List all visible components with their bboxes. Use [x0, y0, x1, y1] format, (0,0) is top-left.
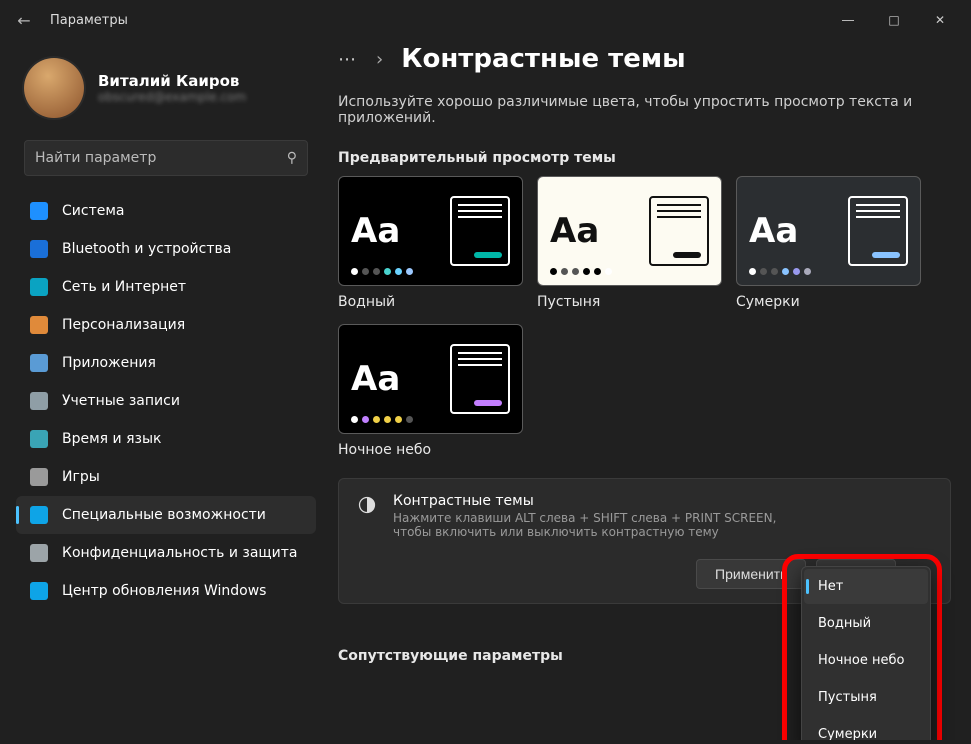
update-icon: [30, 582, 48, 600]
breadcrumb-more-icon[interactable]: ⋯: [338, 49, 358, 70]
setting-description: Нажмите клавиши ALT слева + SHIFT слева …: [393, 511, 793, 539]
sidebar-item-time[interactable]: Время и язык: [16, 420, 316, 458]
sidebar-item-bluetooth[interactable]: Bluetooth и устройства: [16, 230, 316, 268]
profile-email: obscured@example.com: [98, 90, 246, 104]
breadcrumb: ⋯ › Контрастные темы: [338, 44, 951, 74]
apps-icon: [30, 354, 48, 372]
sidebar-item-system[interactable]: Система: [16, 192, 316, 230]
sidebar-item-access[interactable]: Специальные возможности: [16, 496, 316, 534]
sidebar-item-personal[interactable]: Персонализация: [16, 306, 316, 344]
minimize-button[interactable]: ―: [825, 4, 871, 36]
personal-icon: [30, 316, 48, 334]
close-button[interactable]: ✕: [917, 4, 963, 36]
theme-dropdown[interactable]: НетВодныйНочное небоПустыняСумерки: [801, 566, 931, 740]
bluetooth-icon: [30, 240, 48, 258]
avatar: [24, 58, 84, 118]
chevron-right-icon: ›: [376, 49, 383, 70]
app-title: Параметры: [50, 13, 128, 28]
page-subtitle: Используйте хорошо различимые цвета, что…: [338, 94, 951, 126]
contrast-icon: [357, 495, 377, 515]
theme-card-aqua[interactable]: AaВодный: [338, 176, 523, 310]
games-icon: [30, 468, 48, 486]
access-icon: [30, 506, 48, 524]
dropdown-option[interactable]: Сумерки: [804, 717, 928, 740]
dropdown-option[interactable]: Пустыня: [804, 680, 928, 715]
theme-grid: AaВодныйAaПустыняAaСумерки AaНочное небо: [338, 176, 951, 458]
maximize-button[interactable]: □: [871, 4, 917, 36]
theme-card-desert[interactable]: AaПустыня: [537, 176, 722, 310]
theme-card-night[interactable]: AaНочное небо: [338, 324, 523, 458]
theme-card-dusk[interactable]: AaСумерки: [736, 176, 921, 310]
profile-name: Виталий Каиров: [98, 72, 246, 90]
sidebar: Виталий Каиров obscured@example.com Найт…: [12, 40, 320, 740]
dropdown-option[interactable]: Ночное небо: [804, 643, 928, 678]
back-button[interactable]: ←: [8, 11, 40, 30]
search-input[interactable]: Найти параметр ⚲: [24, 140, 308, 176]
setting-title: Контрастные темы: [393, 493, 932, 509]
titlebar: ← Параметры ― □ ✕: [0, 0, 971, 40]
privacy-icon: [30, 544, 48, 562]
time-icon: [30, 430, 48, 448]
profile-block[interactable]: Виталий Каиров obscured@example.com: [16, 48, 316, 132]
sidebar-item-privacy[interactable]: Конфиденциальность и защита: [16, 534, 316, 572]
main-pane: ⋯ › Контрастные темы Используйте хорошо …: [320, 40, 959, 740]
sidebar-item-update[interactable]: Центр обновления Windows: [16, 572, 316, 610]
search-icon: ⚲: [287, 150, 297, 166]
sidebar-item-network[interactable]: Сеть и Интернет: [16, 268, 316, 306]
page-title: Контрастные темы: [401, 44, 685, 74]
system-icon: [30, 202, 48, 220]
dropdown-option[interactable]: Водный: [804, 606, 928, 641]
sidebar-item-accounts[interactable]: Учетные записи: [16, 382, 316, 420]
apply-button[interactable]: Применить: [696, 559, 806, 589]
dropdown-option[interactable]: Нет: [804, 569, 928, 604]
sidebar-item-games[interactable]: Игры: [16, 458, 316, 496]
accounts-icon: [30, 392, 48, 410]
preview-section-label: Предварительный просмотр темы: [338, 150, 951, 166]
sidebar-item-apps[interactable]: Приложения: [16, 344, 316, 382]
network-icon: [30, 278, 48, 296]
